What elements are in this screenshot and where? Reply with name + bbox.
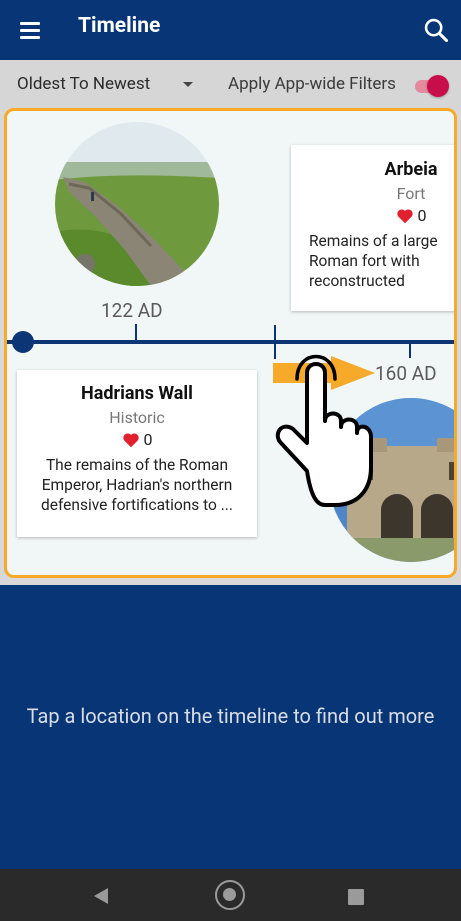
- entry-category: Fort: [396, 184, 426, 203]
- timeline-entry-card[interactable]: Hadrians Wall Historic 0 The remains of …: [17, 370, 257, 537]
- filter-bar: Oldest To Newest Apply App-wide Filters: [0, 60, 461, 110]
- timeline-entry-card[interactable]: Arbeia Fort 0 Remains of a large Roman f…: [291, 145, 454, 311]
- chevron-down-icon[interactable]: [183, 82, 193, 87]
- heart-icon: [396, 208, 413, 223]
- page-title: Timeline: [78, 14, 161, 38]
- entry-description: Remains of a large Roman fort with recon…: [309, 232, 438, 290]
- search-icon[interactable]: [422, 16, 450, 44]
- system-nav-bar: [0, 869, 461, 921]
- timeline-viewport[interactable]: Arbeia Fort 0 Remains of a large Roman f…: [4, 108, 457, 578]
- tap-hand-icon: [275, 354, 373, 507]
- year-tick: [409, 344, 411, 358]
- recents-square-icon[interactable]: [348, 889, 364, 905]
- hamburger-menu-icon[interactable]: [18, 18, 42, 42]
- app-bar: Timeline: [0, 0, 461, 60]
- likes-count: 0: [417, 206, 427, 225]
- timeline-start-marker[interactable]: [12, 331, 34, 353]
- entry-name: Hadrians Wall: [81, 383, 193, 404]
- entry-category: Historic: [109, 408, 165, 427]
- year-tick: [135, 324, 137, 340]
- sort-order-select[interactable]: Oldest To Newest: [17, 74, 150, 94]
- heart-icon: [122, 432, 139, 447]
- back-triangle-icon[interactable]: [94, 888, 108, 904]
- hadrians-wall-photo[interactable]: [55, 122, 219, 286]
- year-label: 160 AD: [375, 362, 437, 385]
- year-label: 122 AD: [101, 299, 163, 322]
- home-circle-icon[interactable]: [215, 880, 245, 910]
- app-wide-filters-toggle[interactable]: [411, 75, 449, 97]
- timeline-axis: [7, 340, 454, 344]
- app-wide-filters-label: Apply App-wide Filters: [228, 74, 396, 94]
- likes-count: 0: [143, 430, 153, 449]
- entry-name: Arbeia: [384, 159, 438, 180]
- instruction-text: Tap a location on the timeline to find o…: [26, 704, 435, 728]
- info-area: Tap a location on the timeline to find o…: [0, 585, 461, 869]
- entry-description: The remains of the Roman Emperor, Hadria…: [41, 456, 233, 514]
